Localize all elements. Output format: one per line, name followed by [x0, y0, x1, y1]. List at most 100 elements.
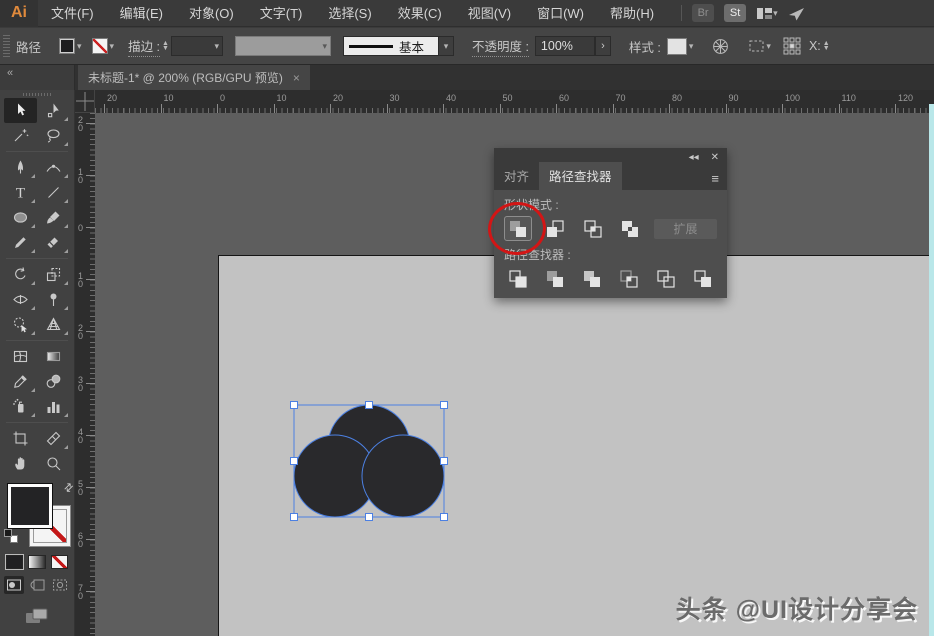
- document-tab[interactable]: 未标题-1* @ 200% (RGB/GPU 预览) ×: [78, 65, 310, 90]
- tool-eraser[interactable]: [37, 230, 70, 255]
- ruler-tick: [669, 104, 670, 113]
- color-button[interactable]: [6, 555, 24, 569]
- chevron-down-icon[interactable]: ▾: [77, 41, 82, 52]
- style-label: 样式 :: [628, 40, 661, 55]
- tool-shaper[interactable]: [4, 230, 37, 255]
- stroke-weight-select[interactable]: ▾: [170, 36, 223, 56]
- tab-close-icon[interactable]: ×: [293, 71, 300, 85]
- tool-scale[interactable]: [37, 262, 70, 287]
- drawing-mode-buttons: [0, 569, 74, 594]
- ruler-tick: [895, 104, 896, 113]
- tool-rotate[interactable]: [4, 262, 37, 287]
- stroke-weight-label[interactable]: 描边 :: [128, 36, 161, 57]
- tool-shape-builder[interactable]: [4, 312, 37, 337]
- menu-item-edit[interactable]: 编辑(E): [107, 0, 176, 27]
- opacity-next-button[interactable]: ›: [594, 36, 611, 56]
- tool-type[interactable]: T: [4, 180, 37, 205]
- select-similar-icon[interactable]: ▾: [748, 38, 771, 54]
- menu-item-help[interactable]: 帮助(H): [597, 0, 667, 27]
- panel-menu-icon[interactable]: ≡: [703, 171, 727, 190]
- pathfinder-merge-button[interactable]: [578, 266, 605, 291]
- menu-item-object[interactable]: 对象(O): [176, 0, 247, 27]
- pathfinder-crop-button[interactable]: [616, 266, 643, 291]
- panel-close-icon[interactable]: ✕: [711, 152, 719, 163]
- pathfinder-divide-button[interactable]: [504, 266, 531, 291]
- tool-hand[interactable]: [4, 451, 37, 476]
- stroke-color-swatch[interactable]: [91, 38, 108, 54]
- tool-eyedropper[interactable]: [4, 369, 37, 394]
- app-logo-icon[interactable]: Ai: [0, 0, 38, 27]
- tab-pathfinder[interactable]: 路径查找器: [539, 162, 622, 190]
- tool-magic-wand[interactable]: [4, 123, 37, 148]
- workspace-switcher-icon[interactable]: ▾: [756, 6, 778, 21]
- brush-definition-chevron[interactable]: ▾: [438, 36, 454, 56]
- tool-line-segment[interactable]: [37, 180, 70, 205]
- stock-button[interactable]: St: [724, 4, 747, 22]
- tool-zoom[interactable]: [37, 451, 70, 476]
- tool-ellipse[interactable]: [4, 205, 37, 230]
- cloud-shape-selection[interactable]: [277, 391, 455, 529]
- pathfinder-minus-back-button[interactable]: [690, 266, 717, 291]
- screen-mode-icon[interactable]: [0, 606, 74, 626]
- cloud-shape: [293, 404, 445, 518]
- tool-puppet-warp[interactable]: [37, 287, 70, 312]
- draw-behind-button[interactable]: [27, 576, 47, 594]
- tool-slice[interactable]: [37, 426, 70, 451]
- width-profile-select[interactable]: ▾: [234, 36, 331, 56]
- bridge-button[interactable]: Br: [692, 4, 715, 22]
- tab-align[interactable]: 对齐: [494, 162, 539, 190]
- tool-paintbrush[interactable]: [37, 205, 70, 230]
- ruler-tick: [86, 331, 95, 332]
- pathfinder-trim-button[interactable]: [541, 266, 568, 291]
- tool-direct-selection[interactable]: [37, 98, 70, 123]
- swap-fill-stroke-icon[interactable]: ⇄: [61, 480, 76, 495]
- menu-item-select[interactable]: 选择(S): [315, 0, 384, 27]
- panel-grip[interactable]: [3, 35, 10, 57]
- tool-selection[interactable]: [4, 98, 37, 123]
- tool-symbol-sprayer[interactable]: [4, 394, 37, 419]
- stroke-weight-stepper[interactable]: ▲ ▼: [162, 40, 169, 52]
- fill-color-swatch[interactable]: [59, 38, 76, 54]
- ruler-label: 110: [841, 93, 856, 103]
- menu-item-effect[interactable]: 效果(C): [385, 0, 455, 27]
- menu-item-type[interactable]: 文字(T): [247, 0, 316, 27]
- shape-mode-exclude-button[interactable]: [617, 216, 645, 241]
- opacity-label[interactable]: 不透明度 :: [471, 36, 529, 57]
- chevron-down-icon[interactable]: ▾: [689, 41, 694, 52]
- draw-normal-button[interactable]: [4, 576, 24, 594]
- share-icon[interactable]: [788, 6, 805, 21]
- gradient-button[interactable]: [28, 555, 46, 569]
- tool-artboard[interactable]: [4, 426, 37, 451]
- menu-item-view[interactable]: 视图(V): [455, 0, 524, 27]
- tool-mesh[interactable]: [4, 344, 37, 369]
- ruler-origin-corner[interactable]: [75, 90, 95, 113]
- pathfinder-outline-button[interactable]: [653, 266, 680, 291]
- tool-pen[interactable]: [4, 155, 37, 180]
- tool-column-graph[interactable]: [37, 394, 70, 419]
- brush-definition-select[interactable]: 基本: [342, 36, 439, 56]
- toolbar-collapse-button[interactable]: «: [0, 65, 75, 90]
- tool-gradient[interactable]: [37, 344, 70, 369]
- fill-indicator-swatch[interactable]: [7, 483, 53, 529]
- reference-point-grid-icon[interactable]: [783, 37, 801, 55]
- chevron-down-icon[interactable]: ▾: [110, 41, 115, 52]
- menu-item-file[interactable]: 文件(F): [38, 0, 107, 27]
- tool-curvature[interactable]: [37, 155, 70, 180]
- panel-collapse-icon[interactable]: ◂◂: [689, 152, 699, 163]
- menu-item-window[interactable]: 窗口(W): [524, 0, 597, 27]
- none-button[interactable]: [50, 555, 68, 569]
- tools-panel-grip[interactable]: [23, 93, 51, 96]
- expand-button[interactable]: 扩展: [654, 218, 717, 239]
- shape-mode-intersect-button[interactable]: [579, 216, 607, 241]
- ruler-tick: [499, 104, 501, 113]
- default-fill-stroke-icon[interactable]: [4, 529, 18, 543]
- opacity-input[interactable]: 100%: [534, 36, 595, 56]
- x-coordinate-stepper[interactable]: ▲ ▼: [823, 40, 830, 52]
- tool-blend[interactable]: [37, 369, 70, 394]
- tool-width[interactable]: [4, 287, 37, 312]
- tool-lasso[interactable]: [37, 123, 70, 148]
- style-swatch[interactable]: [666, 37, 687, 55]
- draw-inside-button[interactable]: [50, 576, 70, 594]
- tool-perspective-grid[interactable]: [37, 312, 70, 337]
- document-setup-icon[interactable]: [711, 37, 730, 56]
